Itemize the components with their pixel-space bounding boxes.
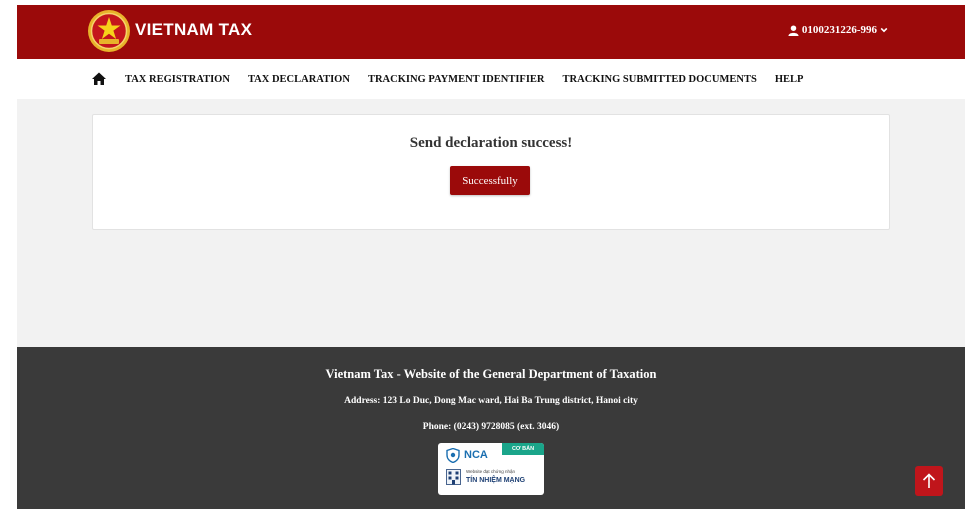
footer-address: Address: 123 Lo Duc, Dong Mac ward, Hai … — [344, 396, 638, 406]
nav-items: TAX REGISTRATION TAX DECLARATION TRACKIN… — [125, 59, 803, 99]
brand-title[interactable]: VIETNAM TAX — [135, 20, 252, 40]
account-menu[interactable]: 0100231226-996 — [788, 24, 888, 36]
chevron-down-icon — [880, 27, 888, 33]
shield-icon — [446, 448, 460, 463]
user-icon — [788, 24, 799, 36]
header: VIETNAM TAX 0100231226-996 — [17, 5, 965, 59]
badge-brand: NCA — [464, 449, 488, 461]
nav-tax-declaration[interactable]: TAX DECLARATION — [248, 74, 350, 85]
result-card: Send declaration success! Successfully — [92, 114, 890, 230]
arrow-up-icon — [922, 473, 936, 488]
account-id: 0100231226-996 — [801, 24, 877, 36]
nav-help[interactable]: HELP — [775, 74, 804, 85]
footer: Vietnam Tax - Website of the General Dep… — [17, 347, 965, 509]
nav-tracking-submitted-documents[interactable]: TRACKING SUBMITTED DOCUMENTS — [563, 74, 757, 85]
main-nav: TAX REGISTRATION TAX DECLARATION TRACKIN… — [17, 59, 965, 99]
successfully-button[interactable]: Successfully — [450, 166, 530, 195]
success-message: Send declaration success! — [409, 135, 573, 151]
home-icon[interactable] — [91, 71, 107, 87]
emblem-logo-icon[interactable] — [87, 9, 131, 53]
badge-title: TÍN NHIỆM MẠNG — [466, 477, 526, 484]
building-icon — [446, 469, 461, 485]
nav-tracking-payment-identifier[interactable]: TRACKING PAYMENT IDENTIFIER — [368, 74, 545, 85]
footer-phone: Phone: (0243) 9728085 (ext. 3046) — [422, 422, 560, 432]
nav-tax-registration[interactable]: TAX REGISTRATION — [125, 74, 230, 85]
footer-title: Vietnam Tax - Website of the General Dep… — [325, 367, 657, 381]
nca-trust-badge[interactable]: CƠ BẢN NCA Website đạt chứng nhận TÍN NH… — [438, 443, 544, 495]
badge-caption: Website đạt chứng nhận — [466, 469, 515, 474]
back-to-top-button[interactable] — [915, 466, 943, 496]
page-frame: VIETNAM TAX 0100231226-996 TAX REGISTRAT… — [17, 5, 965, 509]
badge-tag: CƠ BẢN — [502, 443, 544, 455]
